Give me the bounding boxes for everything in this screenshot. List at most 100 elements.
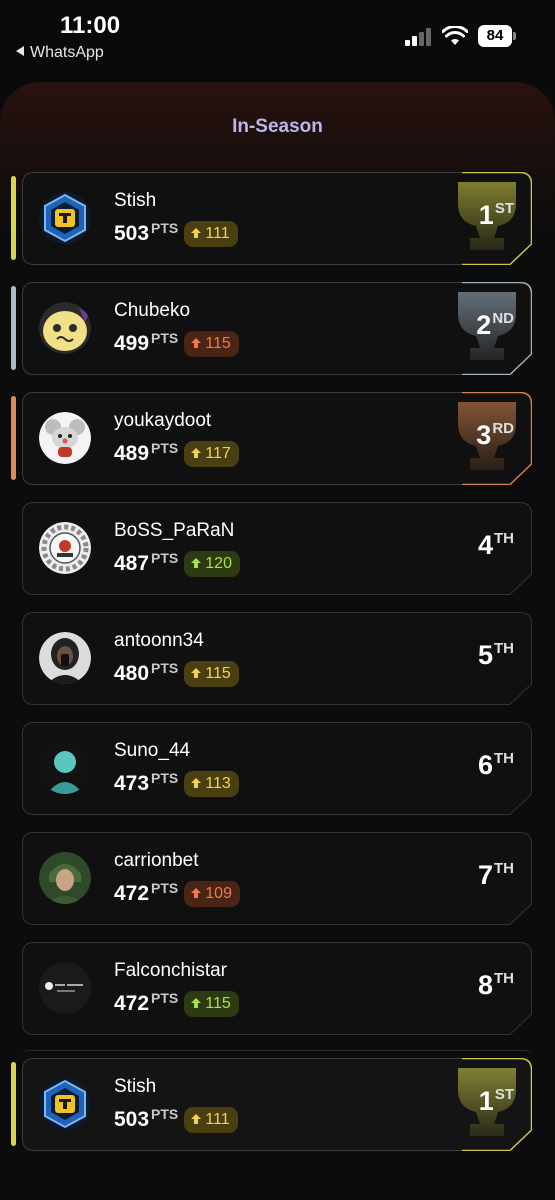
rank-accent-bar [11, 396, 16, 480]
player-name: Chubeko [114, 300, 191, 321]
hex-badge-icon [39, 192, 91, 244]
rank-suffix: ST [494, 200, 514, 217]
up-arrow-icon [191, 557, 202, 568]
status-time: 11:00 [60, 12, 121, 39]
battery-icon: 84 [478, 25, 516, 47]
points-change-value: 115 [205, 664, 231, 682]
points-value: 472 [114, 881, 150, 905]
rank-label: 8TH [478, 970, 514, 1001]
up-arrow-icon [191, 887, 202, 898]
rank-number: 4 [477, 530, 493, 560]
rank-number: 8 [477, 970, 493, 1000]
points-unit: PTS [151, 660, 179, 676]
hex-badge-icon [39, 1078, 91, 1130]
leaderboard-row[interactable]: Suno_44 473 PTS 113 6TH [22, 722, 532, 815]
player-name: Stish [114, 190, 157, 211]
points-change-badge: 115 [184, 990, 239, 1017]
points-change-badge: 109 [184, 880, 240, 907]
rank-label: 4TH [478, 530, 514, 561]
sticky-divider [22, 1050, 532, 1056]
rank-number: 2 [476, 310, 492, 340]
points-unit: PTS [151, 220, 179, 236]
up-arrow-icon [191, 1113, 202, 1124]
points-change-badge: 115 [184, 660, 239, 687]
rank-label: 7TH [478, 860, 514, 891]
up-arrow-icon [191, 227, 202, 238]
current-user-row[interactable]: Stish 503 PTS 111 1ST [11, 1058, 532, 1151]
points-change-badge: 111 [184, 220, 238, 247]
points-change-value: 115 [205, 334, 231, 352]
points-change-value: 111 [205, 224, 230, 242]
points-value: 489 [114, 441, 150, 465]
row-card-background [22, 722, 532, 815]
status-bar: 11:00 WhatsApp 84 [0, 0, 555, 70]
back-app-label: WhatsApp [30, 44, 104, 61]
points-change-badge: 117 [184, 440, 239, 467]
points-change-value: 111 [205, 1110, 230, 1128]
back-arrow-icon [16, 46, 24, 56]
rank-accent-bar [11, 286, 16, 370]
points-value: 503 [114, 221, 150, 245]
up-arrow-icon [191, 667, 202, 678]
points-unit: PTS [151, 330, 179, 346]
points-change-value: 109 [205, 884, 232, 902]
points-change-badge: 120 [184, 550, 240, 577]
football-logo-icon [39, 962, 91, 1014]
leaderboard-row[interactable]: carrionbet 472 PTS 109 7TH [22, 832, 532, 925]
rank-suffix: TH [494, 860, 514, 877]
points-value: 472 [114, 991, 150, 1015]
rank-label: 2ND [476, 310, 514, 341]
points-value: 473 [114, 771, 150, 795]
leaderboard-row[interactable]: Falconchistar 472 PTS 115 8TH [22, 942, 532, 1035]
row-card-background [22, 942, 532, 1035]
mouse-mascot-icon [39, 412, 91, 464]
rank-label: 1ST [479, 200, 514, 231]
leaderboard-row[interactable]: Stish 503 PTS 111 1ST [11, 172, 532, 265]
points-unit: PTS [151, 880, 179, 896]
rank-number: 1 [478, 1086, 494, 1116]
gear-logo-icon [39, 522, 91, 574]
points-line: 472 PTS 115 [114, 990, 239, 1017]
points-line: 499 PTS 115 [114, 330, 239, 357]
points-line: 503 PTS 111 [114, 1106, 238, 1133]
leaderboard-row[interactable]: antoonn34 480 PTS 115 5TH [22, 612, 532, 705]
up-arrow-icon [191, 777, 202, 788]
rank-label: 6TH [478, 750, 514, 781]
rank-suffix: RD [492, 420, 514, 437]
cellular-signal-icon [405, 28, 433, 46]
rank-suffix: ST [494, 1086, 514, 1103]
points-line: 473 PTS 113 [114, 770, 239, 797]
rank-label: 1ST [479, 1086, 514, 1117]
points-unit: PTS [151, 770, 179, 786]
player-name: youkaydoot [114, 410, 212, 431]
back-to-app-link[interactable]: WhatsApp [16, 44, 104, 62]
leaderboard-row[interactable]: BoSS_PaRaN 487 PTS 120 4TH [22, 502, 532, 595]
leaderboard-row[interactable]: Chubeko 499 PTS 115 2ND [11, 282, 532, 375]
rank-suffix: TH [494, 750, 514, 767]
player-name: BoSS_PaRaN [114, 520, 235, 541]
rank-accent-bar [11, 1062, 16, 1146]
row-card-background [22, 832, 532, 925]
points-change-value: 113 [205, 774, 231, 792]
default-avatar-icon [39, 742, 91, 794]
up-arrow-icon [191, 337, 202, 348]
up-arrow-icon [191, 997, 202, 1008]
row-card-background [22, 612, 532, 705]
points-change-badge: 111 [184, 1106, 238, 1133]
up-arrow-icon [191, 447, 202, 458]
rank-label: 5TH [478, 640, 514, 671]
points-value: 480 [114, 661, 150, 685]
hooded-person-icon [39, 852, 91, 904]
points-unit: PTS [151, 1106, 179, 1122]
player-name: Suno_44 [114, 740, 191, 761]
leaderboard-row[interactable]: youkaydoot 489 PTS 117 3RD [11, 392, 532, 485]
points-value: 503 [114, 1107, 150, 1131]
rank-number: 5 [477, 640, 493, 670]
player-name: Falconchistar [114, 960, 227, 981]
points-change-badge: 115 [184, 330, 239, 357]
rank-number: 7 [477, 860, 493, 890]
points-line: 503 PTS 111 [114, 220, 238, 247]
points-unit: PTS [151, 550, 179, 566]
points-unit: PTS [151, 990, 179, 1006]
rank-number: 3 [476, 420, 492, 450]
